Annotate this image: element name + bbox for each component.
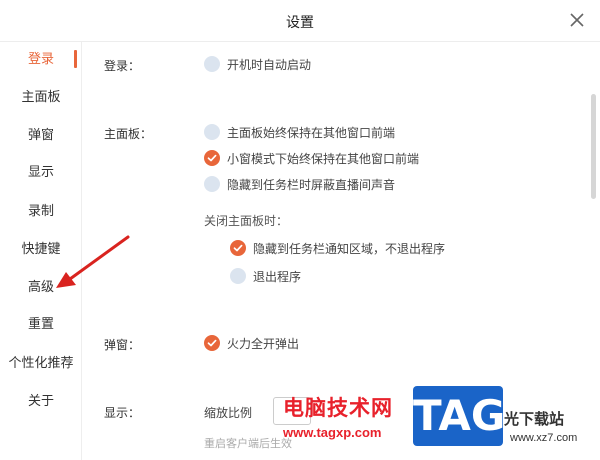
sidebar-item-label: 主面板	[21, 89, 61, 104]
sidebar-item-record[interactable]: 录制	[0, 199, 82, 223]
option-auto-start[interactable]: 开机时自动启动	[204, 55, 311, 73]
section-label-main-panel: 主面板：	[104, 127, 153, 141]
option-label: 火力全开弹出	[227, 336, 300, 351]
section-label-display: 显示：	[104, 406, 141, 420]
option-label: 隐藏到任务栏通知区域，不退出程序	[253, 241, 446, 256]
sidebar-item-label: 录制	[27, 203, 54, 218]
sidebar-item-label: 个性化推荐	[8, 355, 74, 370]
sidebar-item-main-panel[interactable]: 主面板	[0, 85, 82, 109]
sidebar-item-login[interactable]: 登录	[0, 47, 82, 71]
sidebar-item-about[interactable]: 关于	[0, 389, 82, 413]
watermark-right-text: 光下载站	[504, 411, 565, 428]
sidebar-item-label: 重置	[27, 316, 54, 331]
option-fire-popup[interactable]: 火力全开弹出	[204, 334, 299, 352]
checkmark-icon	[230, 240, 246, 256]
close-icon[interactable]	[568, 11, 586, 29]
watermark-logo: TAG	[413, 386, 505, 446]
option-main-panel-on-top[interactable]: 主面板始终保持在其他窗口前端	[204, 123, 395, 141]
option-mini-window-on-top[interactable]: 小窗模式下始终保持在其他窗口前端	[204, 149, 419, 167]
sidebar-item-advanced[interactable]: 高级	[0, 275, 82, 299]
settings-sidebar: 登录 主面板 弹窗 显示 录制 快捷键 高级 重置 个性化推荐 关于	[0, 42, 82, 460]
radio-unchecked-icon	[204, 124, 220, 140]
sidebar-item-label: 快捷键	[21, 241, 61, 256]
sidebar-item-display[interactable]: 显示	[0, 160, 82, 184]
sidebar-item-label: 关于	[27, 393, 54, 408]
radio-unchecked-icon	[204, 56, 220, 72]
watermark-right-url: www.xz7.com	[510, 432, 578, 444]
sidebar-item-label: 弹窗	[27, 127, 54, 142]
radio-unchecked-icon	[204, 176, 220, 192]
option-label: 退出程序	[253, 269, 302, 284]
checkmark-icon	[204, 150, 220, 166]
watermark-url: www.tagxp.com	[283, 425, 382, 440]
sidebar-item-personalized[interactable]: 个性化推荐	[0, 351, 82, 375]
restart-hint: 重启客户端后生效	[204, 438, 292, 450]
option-label: 主面板始终保持在其他窗口前端	[227, 125, 396, 140]
sidebar-item-reset[interactable]: 重置	[0, 312, 82, 336]
checkmark-icon	[204, 335, 220, 351]
option-mute-when-hidden[interactable]: 隐藏到任务栏时屏蔽直播间声音	[204, 175, 395, 193]
scrollbar-thumb[interactable]	[591, 94, 596, 199]
radio-unchecked-icon	[230, 268, 246, 284]
watermark-site-name: 电脑技术网	[283, 397, 393, 420]
option-label: 小窗模式下始终保持在其他窗口前端	[227, 151, 420, 166]
option-label: 隐藏到任务栏时屏蔽直播间声音	[227, 177, 396, 192]
section-label-popup: 弹窗：	[104, 338, 141, 352]
scale-label: 缩放比例	[204, 406, 253, 420]
sidebar-item-label: 高级	[27, 279, 54, 294]
section-label-login: 登录：	[104, 59, 141, 73]
sidebar-item-shortcuts[interactable]: 快捷键	[0, 237, 82, 261]
sidebar-item-label: 显示	[27, 164, 54, 179]
sidebar-item-label: 登录	[27, 51, 54, 66]
sidebar-item-popup[interactable]: 弹窗	[0, 123, 82, 147]
close-panel-label: 关闭主面板时：	[204, 214, 289, 228]
option-label: 开机时自动启动	[227, 57, 312, 72]
title-bar: 设置	[0, 0, 600, 42]
option-hide-to-tray[interactable]: 隐藏到任务栏通知区域，不退出程序	[230, 239, 445, 257]
window-title: 设置	[286, 14, 314, 30]
option-exit-program[interactable]: 退出程序	[230, 267, 301, 285]
active-indicator	[74, 50, 77, 68]
